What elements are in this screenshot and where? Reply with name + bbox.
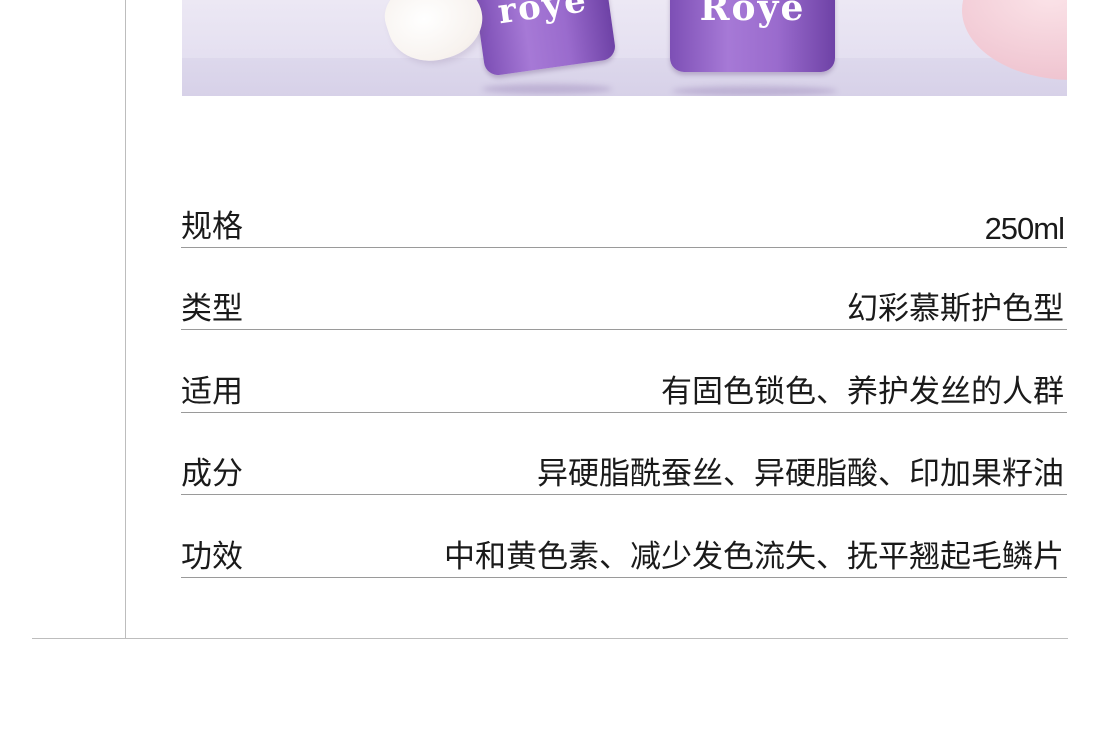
bottle-shadow <box>672 86 837 96</box>
spec-row-size: 规格 250ml <box>181 165 1067 248</box>
spec-value: 250ml <box>984 210 1065 246</box>
spec-label: 适用 <box>181 373 243 410</box>
bottle-logo-left: roye <box>495 0 591 33</box>
spec-row-ingredients: 成分 异硬脂酰蚕丝、异硬脂酸、印加果籽油 <box>181 413 1067 495</box>
frame-vertical-divider <box>125 0 126 639</box>
product-image: roye Roye <box>182 0 1067 96</box>
spec-value: 异硬脂酰蚕丝、异硬脂酸、印加果籽油 <box>537 456 1064 492</box>
spec-row-applicable: 适用 有固色锁色、养护发丝的人群 <box>181 330 1067 413</box>
product-bottle-right: Roye <box>670 0 835 72</box>
spec-value: 有固色锁色、养护发丝的人群 <box>661 373 1064 410</box>
spec-table: 规格 250ml 类型 幻彩慕斯护色型 适用 有固色锁色、养护发丝的人群 成分 … <box>181 165 1067 578</box>
spec-label: 规格 <box>181 208 243 245</box>
spec-row-efficacy: 功效 中和黄色素、减少发色流失、抚平翘起毛鳞片 <box>181 495 1067 578</box>
frame-horizontal-divider <box>32 638 1068 639</box>
spec-value: 幻彩慕斯护色型 <box>847 291 1064 327</box>
spec-label: 成分 <box>181 456 243 492</box>
spec-row-type: 类型 幻彩慕斯护色型 <box>181 248 1067 330</box>
bottle-shadow <box>482 84 612 94</box>
bottle-logo-right: Roye <box>699 0 806 29</box>
spec-label: 类型 <box>181 291 243 327</box>
spec-label: 功效 <box>181 538 243 575</box>
spec-value: 中和黄色素、减少发色流失、抚平翘起毛鳞片 <box>444 538 1064 575</box>
row-divider <box>181 576 1067 578</box>
image-stage-surface <box>182 58 1067 96</box>
